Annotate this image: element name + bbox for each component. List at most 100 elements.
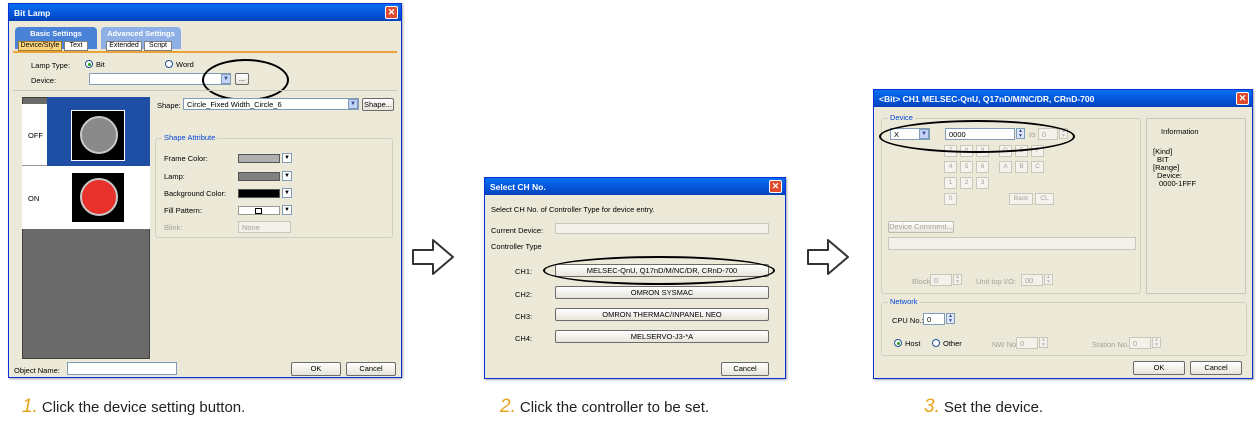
subtab-device-style-label: Device/Style	[20, 42, 60, 49]
bit-lamp-title: Bit Lamp	[14, 8, 51, 18]
network-group: Network CPU No.: 0 ▲ ▼ Host Other NW No.:…	[881, 297, 1247, 356]
close-icon[interactable]: ✕	[385, 6, 398, 19]
lamp-preview-on-cell[interactable]	[47, 166, 150, 229]
state-label-column-off[interactable]: OFF	[22, 104, 47, 166]
frame-color-chevron-down-icon[interactable]: ▼	[282, 153, 292, 163]
divider	[13, 90, 397, 91]
frame-color-label: Frame Color:	[164, 154, 208, 163]
nw-no-spinner-icon: ▲ ▼	[1039, 337, 1048, 348]
shape-attribute-group: Shape Attribute Frame Color: ▼ Lamp: ▼ B…	[155, 133, 393, 238]
background-color-chevron-down-icon[interactable]: ▼	[282, 188, 292, 198]
close-icon[interactable]: ✕	[1236, 92, 1249, 105]
tab-advanced-label: Advanced Settings	[107, 29, 175, 38]
step-1-text: Click the device setting button.	[41, 399, 246, 416]
close-icon[interactable]: ✕	[769, 180, 782, 193]
unit-io-label: Unit top I/O:	[976, 277, 1017, 286]
ch2-controller-button[interactable]: OMRON SYSMAC	[555, 286, 769, 299]
lamp-color-swatch[interactable]	[238, 172, 280, 181]
step-2-number: 2.	[500, 396, 516, 417]
shape-button[interactable]: Shape...	[362, 98, 394, 111]
ch2-label: CH2:	[515, 290, 533, 299]
lamp-type-word-label: Word	[176, 60, 194, 69]
cpu-no-spinner-icon[interactable]: ▲ ▼	[946, 313, 955, 324]
lamp-color-chevron-down-icon[interactable]: ▼	[282, 171, 292, 181]
station-no-spinner-icon: ▲ ▼	[1152, 337, 1161, 348]
step-3-number: 3.	[924, 396, 940, 417]
keypad-key-5: 5	[960, 161, 973, 173]
step-1-number: 1.	[22, 396, 38, 417]
host-label: Host	[905, 339, 921, 348]
bit-lamp-dialog: Bit Lamp ✕ Basic Settings Advanced Setti…	[8, 3, 402, 378]
lamp-on-circle-icon	[80, 178, 118, 216]
lamp-type-word-radio[interactable]: Word	[165, 60, 194, 69]
subtab-extended[interactable]: Extended	[106, 41, 142, 51]
keypad-key-a: A	[999, 161, 1012, 173]
subtab-text-label: Text	[69, 42, 83, 49]
subtab-device-style[interactable]: Device/Style	[18, 41, 62, 51]
device-dialog-title: <Bit> CH1 MELSEC-QnU, Q17nD/M/NC/DR, CRn…	[879, 94, 1095, 104]
select-ch-title-bar: Select CH No.	[485, 178, 785, 195]
keypad-key-6: 6	[976, 161, 989, 173]
cancel-button[interactable]: Cancel	[346, 362, 396, 376]
unit-io-input: 00	[1021, 274, 1043, 286]
shape-select[interactable]: Circle_Fixed Width_Circle_6	[183, 98, 359, 110]
step-1-caption: 1. Click the device setting button.	[22, 396, 245, 418]
controller-type-label: Controller Type	[491, 242, 542, 251]
ch3-controller-button[interactable]: OMRON THERMAC/INPANEL NEO	[555, 308, 769, 321]
ch3-label: CH3:	[515, 312, 533, 321]
lamp-type-bit-radio[interactable]: Bit	[85, 60, 105, 69]
fill-pattern-swatch[interactable]	[238, 206, 280, 215]
other-label: Other	[943, 339, 962, 348]
select-ch-title: Select CH No.	[490, 182, 546, 192]
state-label-column-on[interactable]: ON	[22, 166, 47, 229]
cancel-button[interactable]: Cancel	[721, 362, 769, 376]
preview-header-strip	[47, 97, 150, 104]
device-label: Device:	[31, 76, 57, 85]
frame-color-swatch[interactable]	[238, 154, 280, 163]
information-title: Information	[1161, 127, 1199, 136]
shape-dropdown-chevron-down-icon[interactable]: ▼	[348, 99, 358, 109]
background-color-swatch[interactable]	[238, 189, 280, 198]
bit-lamp-title-bar: Bit Lamp	[9, 4, 401, 21]
arrow-right-icon	[412, 239, 454, 275]
blink-select: None	[238, 221, 291, 233]
step-3-caption: 3. Set the device.	[924, 396, 1043, 418]
station-no-input: 0	[1129, 337, 1151, 349]
back-button: Back	[1009, 193, 1033, 205]
subtab-script[interactable]: Script	[144, 41, 172, 51]
cancel-button[interactable]: Cancel	[1190, 361, 1242, 375]
object-name-label: Object Name:	[14, 366, 60, 375]
lamp-off-circle-icon	[80, 116, 118, 154]
highlight-oval-device-button	[202, 59, 289, 101]
ok-button[interactable]: OK	[1133, 361, 1185, 375]
highlight-oval-device-entry	[879, 120, 1075, 153]
other-radio[interactable]: Other	[932, 339, 962, 348]
radio-unselected-icon	[932, 339, 940, 347]
clear-button: CL	[1035, 193, 1054, 205]
subtab-extended-label: Extended	[109, 42, 139, 49]
state-off-label: OFF	[28, 131, 43, 140]
info-range-value: 0000-1FFF	[1159, 179, 1197, 188]
fill-pattern-chevron-down-icon[interactable]: ▼	[282, 205, 292, 215]
ch1-label: CH1:	[515, 267, 533, 276]
cpu-no-input[interactable]: 0	[923, 313, 945, 325]
tab-basic-label: Basic Settings	[30, 29, 82, 38]
lamp-color-label: Lamp:	[164, 172, 185, 181]
keypad-key-2: 2	[960, 177, 973, 189]
shape-label: Shape:	[157, 101, 181, 110]
lamp-preview-off-cell[interactable]	[47, 104, 150, 166]
select-ch-instruction: Select CH No. of Controller Type for dev…	[491, 205, 655, 214]
arrow-right-icon	[807, 239, 849, 275]
fill-pattern-square-icon	[255, 208, 262, 214]
subtab-text[interactable]: Text	[64, 41, 88, 51]
keypad-key-c: C	[1031, 161, 1044, 173]
ok-button[interactable]: OK	[291, 362, 341, 376]
select-ch-dialog: Select CH No. ✕ Select CH No. of Control…	[484, 177, 786, 379]
highlight-oval-ch1	[543, 256, 775, 285]
ch4-controller-button[interactable]: MELSERVO-J3-*A	[555, 330, 769, 343]
host-radio[interactable]: Host	[894, 339, 920, 348]
information-panel: Information [Kind] BIT [Range] Device: 0…	[1146, 118, 1246, 294]
object-name-input[interactable]	[67, 362, 177, 375]
device-group-title: Device	[888, 113, 915, 122]
lamp-type-bit-label: Bit	[96, 60, 105, 69]
